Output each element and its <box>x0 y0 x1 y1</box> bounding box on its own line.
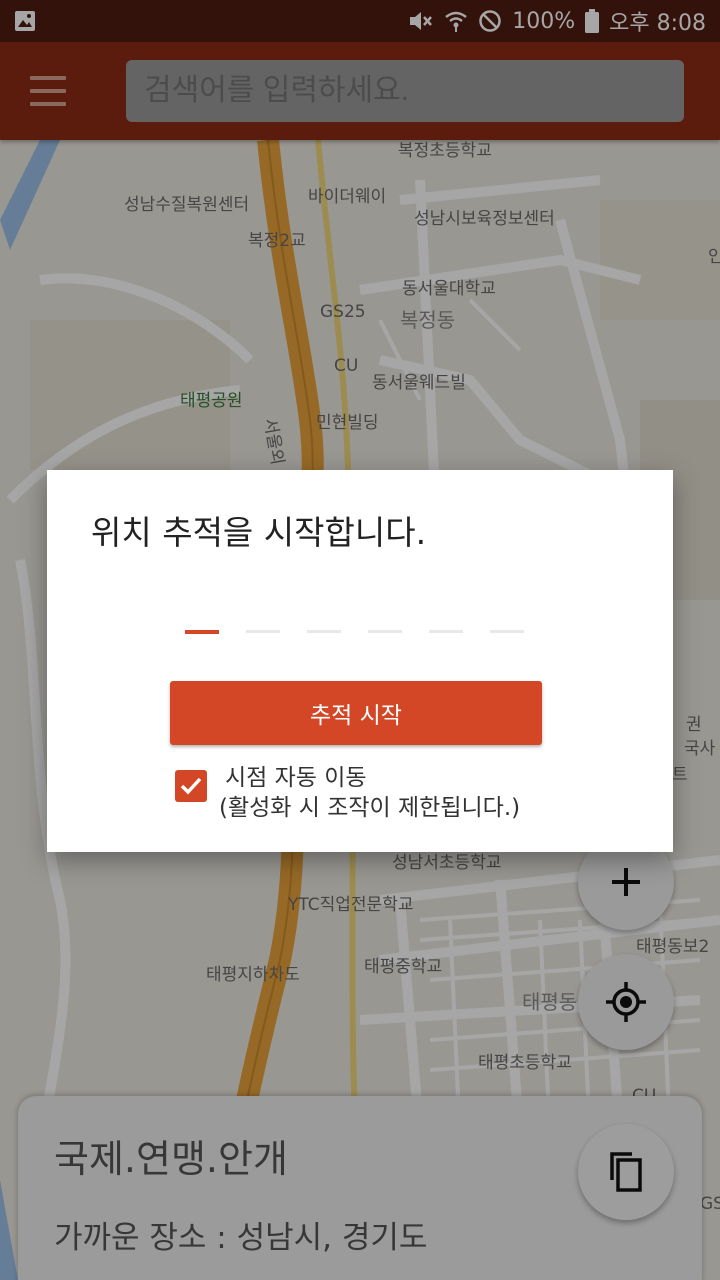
map-label: 태평초등학교 <box>478 1053 572 1073</box>
nearby-place-text: 가까운 장소 : 성남시, 경기도 <box>54 1220 428 1256</box>
plus-icon <box>612 868 640 896</box>
map-label: 성남시보육정보센터 <box>414 209 555 229</box>
location-code-title: 국제.연맹.안개 <box>54 1137 288 1181</box>
code-slot[interactable] <box>490 630 524 633</box>
map-label: GS25 <box>320 302 366 322</box>
code-slot[interactable] <box>185 630 219 634</box>
status-bar: 100% 오후 8:08 <box>0 0 720 42</box>
map-label: 복정동 <box>400 308 456 332</box>
map-label: 바이더웨이 <box>308 187 387 207</box>
map-label: 동서울웨드빌 <box>372 373 466 393</box>
copy-icon <box>610 1152 642 1192</box>
mute-icon <box>408 9 434 33</box>
app-bar <box>0 42 720 140</box>
search-input[interactable] <box>126 60 684 122</box>
code-input[interactable] <box>185 630 530 636</box>
copy-button[interactable] <box>578 1124 674 1220</box>
wifi-icon <box>444 9 468 33</box>
checkmark-icon <box>180 777 202 795</box>
auto-move-checkbox[interactable] <box>175 770 207 802</box>
start-tracking-button[interactable]: 추적 시작 <box>170 681 542 745</box>
battery-percent: 100% <box>512 8 576 34</box>
map-label: 태평동 <box>522 990 578 1014</box>
map-label: 민현빌딩 <box>316 413 379 433</box>
map-label: 성남수질복원센터 <box>124 195 250 215</box>
do-not-disturb-icon <box>478 9 502 33</box>
code-slot[interactable] <box>307 630 341 633</box>
map-label: 국사 <box>684 739 716 759</box>
auto-move-hint: (활성화 시 조작이 제한됩니다.) <box>219 795 521 821</box>
battery-icon <box>585 9 600 33</box>
auto-move-label[interactable]: 시점 자동 이동 <box>225 758 367 792</box>
map-label: 복정2교 <box>248 231 306 251</box>
map-label: CU <box>334 356 359 376</box>
map-label: 권 <box>686 715 702 735</box>
dialog-title: 위치 추적을 시작합니다. <box>91 513 427 552</box>
map-label: 동서울대학교 <box>402 279 496 299</box>
code-slot[interactable] <box>368 630 402 633</box>
image-notification-icon <box>14 10 36 32</box>
clock: 오후 8:08 <box>609 11 706 36</box>
map-label: 인 <box>708 247 720 267</box>
hamburger-menu-icon[interactable] <box>30 76 66 106</box>
map-label: 태평동보2 <box>636 937 710 957</box>
map-label: GS <box>700 1194 720 1214</box>
my-location-button[interactable] <box>578 954 674 1050</box>
map-label: YTC직업전문학교 <box>288 895 414 915</box>
map-label: 태평지하차도 <box>206 965 300 985</box>
app-screen: 복정초등학교 바이더웨이 성남수질복원센터 성남시보육정보센터 복정2교 동서울… <box>0 0 720 1280</box>
code-slot[interactable] <box>246 630 280 633</box>
code-slot[interactable] <box>429 630 463 633</box>
my-location-icon <box>606 982 646 1022</box>
map-label: 태평공원 <box>180 391 243 411</box>
map-label: 트 <box>672 765 688 785</box>
map-label: 태평중학교 <box>364 957 443 977</box>
tracking-dialog: 위치 추적을 시작합니다. 추적 시작 시점 자동 이동 (활성화 시 조작이 … <box>47 470 673 852</box>
